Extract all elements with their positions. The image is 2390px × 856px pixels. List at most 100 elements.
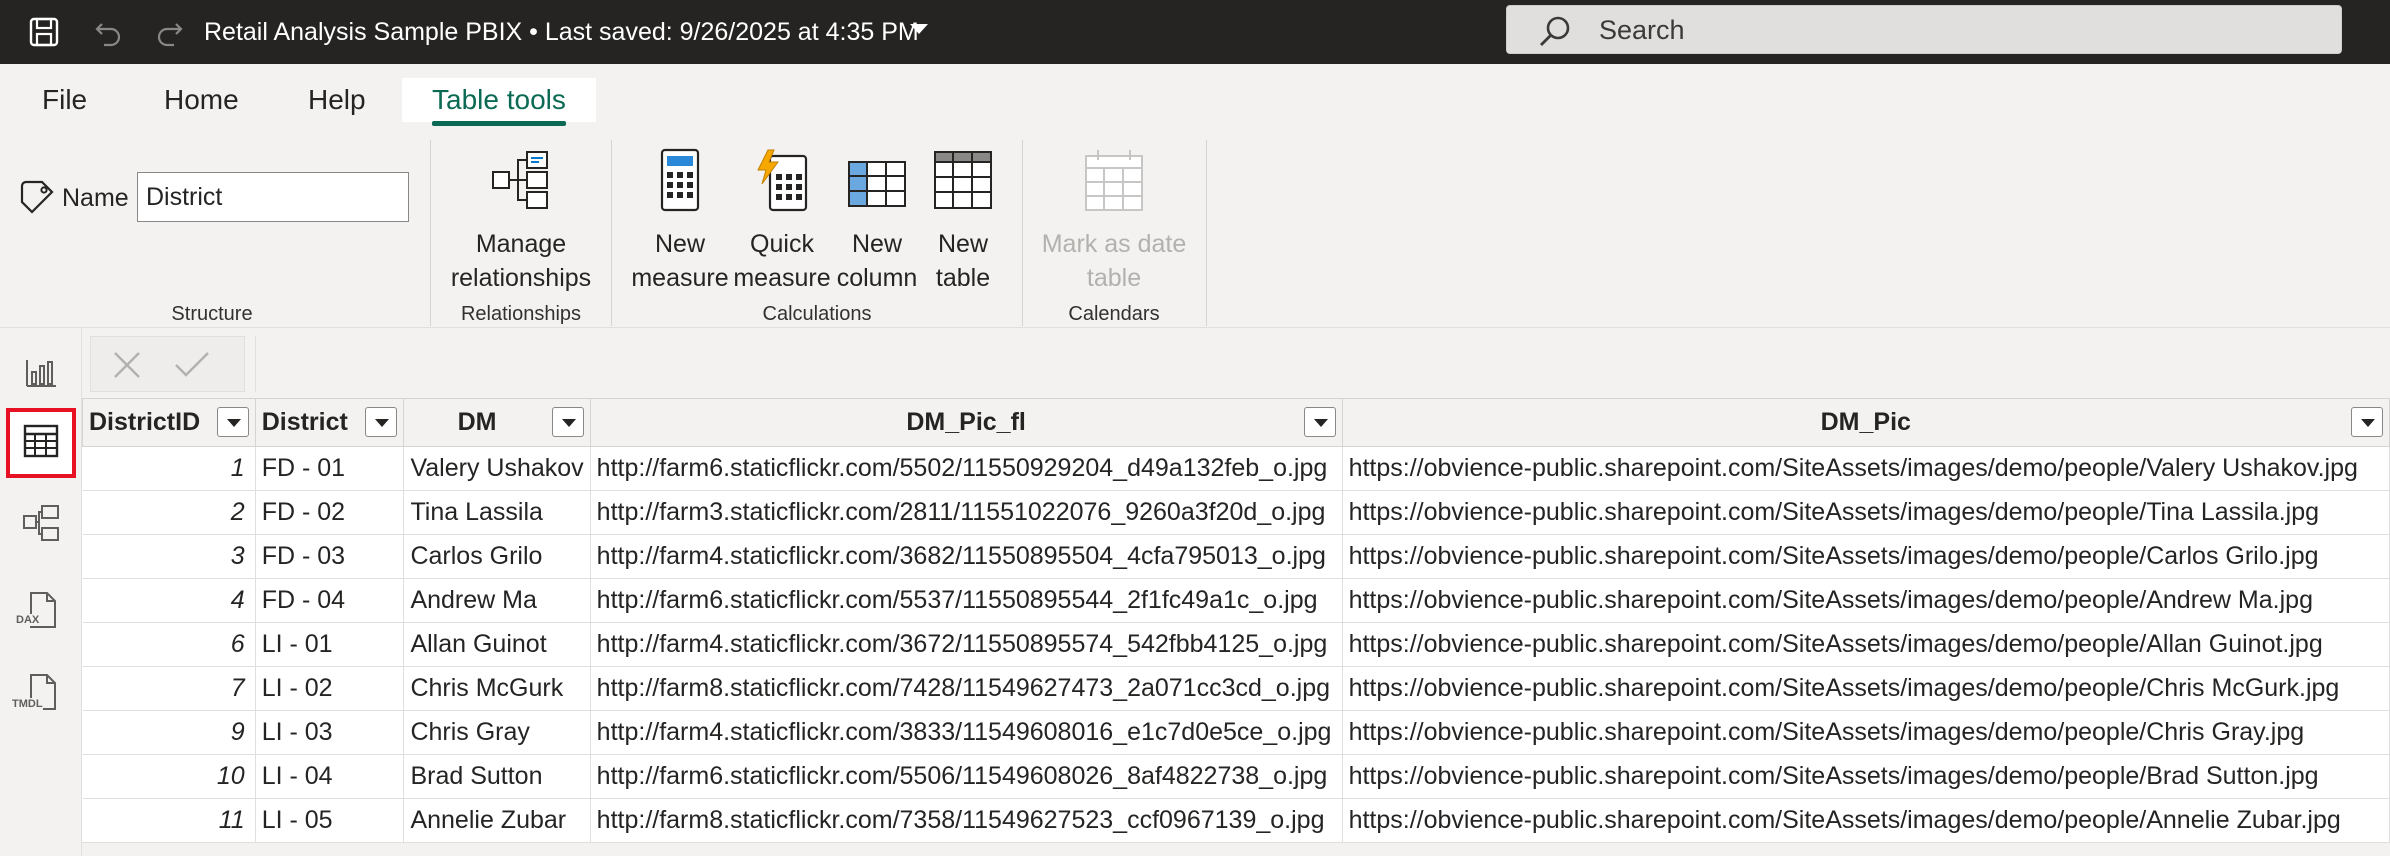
table-row[interactable]: 7 LI - 02 Chris McGurk http://farm8.staticf…	[82, 666, 2390, 711]
table-cell[interactable]: http://farm4.staticflickr.com/3682/11550…	[590, 534, 1343, 579]
table-cell[interactable]: https://obvience-public.sharepoint.com/S…	[1342, 622, 2390, 667]
column-filter-chevron-icon[interactable]	[216, 407, 249, 437]
table-cell[interactable]: http://farm6.staticflickr.com/5506/11549…	[590, 754, 1343, 799]
ribbon: File Home Help Table tools Name Structur…	[0, 64, 2390, 328]
table-cell[interactable]: Carlos Grilo	[403, 534, 591, 579]
table-cell[interactable]: Tina Lassila	[403, 490, 591, 535]
tmdl-view-button[interactable]: TMDL	[6, 658, 76, 728]
table-cell[interactable]: 11	[82, 798, 256, 843]
table-cell[interactable]: LI - 01	[255, 622, 405, 667]
horizontal-scrollbar[interactable]	[82, 842, 2390, 856]
table-cell[interactable]: 2	[82, 490, 256, 535]
table-row[interactable]: 1 FD - 01 Valery Ushakov http://farm6.stati…	[82, 446, 2390, 491]
table-cell[interactable]: https://obvience-public.sharepoint.com/S…	[1342, 578, 2390, 623]
undo-icon[interactable]	[88, 12, 128, 52]
table-cell[interactable]: 9	[82, 710, 256, 755]
report-view-button[interactable]	[6, 340, 76, 410]
table-cell[interactable]: Annelie Zubar	[403, 798, 591, 843]
column-header-districtid[interactable]: DistrictID	[82, 398, 256, 447]
tab-home[interactable]: Home	[164, 78, 239, 122]
column-header-district[interactable]: District	[254, 398, 405, 447]
manage-relationships-button[interactable]: Manage relationships	[440, 148, 602, 295]
model-view-button[interactable]	[6, 490, 76, 560]
table-cell[interactable]: http://farm8.staticflickr.com/7358/11549…	[590, 798, 1343, 843]
manage-relationships-icon	[440, 148, 602, 221]
table-cell[interactable]: http://farm6.staticflickr.com/5502/11550…	[590, 446, 1343, 491]
column-filter-chevron-icon[interactable]	[551, 407, 584, 437]
column-filter-chevron-icon[interactable]	[2351, 407, 2383, 437]
table-cell[interactable]: Chris Gray	[403, 710, 591, 755]
table-cell[interactable]: Chris McGurk	[403, 666, 591, 711]
tag-icon	[18, 178, 56, 221]
table-cell[interactable]: https://obvience-public.sharepoint.com/S…	[1342, 798, 2390, 843]
table-view-button[interactable]	[6, 408, 76, 478]
column-header-dm-pic[interactable]: DM_Pic	[1341, 398, 2390, 447]
table-row[interactable]: 2 FD - 02 Tina Lassila http://farm3.staticf…	[82, 490, 2390, 535]
table-cell[interactable]: https://obvience-public.sharepoint.com/S…	[1342, 446, 2390, 491]
table-cell[interactable]: FD - 04	[255, 578, 405, 623]
table-cell[interactable]: Brad Sutton	[403, 754, 591, 799]
search-box[interactable]: Search	[1506, 5, 2342, 54]
table-cell[interactable]: https://obvience-public.sharepoint.com/S…	[1342, 754, 2390, 799]
table-row[interactable]: 6 LI - 01 Allan Guinot http://farm4.staticf…	[82, 622, 2390, 667]
table-cell[interactable]: 6	[82, 622, 256, 667]
table-cell[interactable]: http://farm3.staticflickr.com/2811/11551…	[590, 490, 1343, 535]
table-row[interactable]: 3 FD - 03 Carlos Grilo http://farm4.staticf…	[82, 534, 2390, 579]
quick-measure-label-1: Quick	[750, 230, 814, 258]
table-cell[interactable]: http://farm4.staticflickr.com/3672/11550…	[590, 622, 1343, 667]
tab-table-tools[interactable]: Table tools	[402, 78, 596, 126]
table-cell[interactable]: 10	[82, 754, 256, 799]
table-row[interactable]: 9 LI - 03 Chris Gray http://farm4.staticfli…	[82, 710, 2390, 755]
column-header-dm[interactable]: DM	[403, 398, 591, 447]
table-cell[interactable]: FD - 03	[255, 534, 405, 579]
table-cell[interactable]: Valery Ushakov	[403, 446, 591, 491]
column-filter-chevron-icon[interactable]	[365, 407, 398, 437]
table-row[interactable]: 10 LI - 04 Brad Sutton http://farm6.staticf…	[82, 754, 2390, 799]
table-cell[interactable]: 3	[82, 534, 256, 579]
mark-as-date-table-button[interactable]: Mark as date table	[1036, 148, 1192, 295]
table-cell[interactable]: LI - 03	[255, 710, 405, 755]
report-view-icon	[24, 356, 58, 395]
cancel-edit-icon[interactable]	[111, 349, 143, 386]
table-cell[interactable]: http://farm4.staticflickr.com/3833/11549…	[590, 710, 1343, 755]
dax-query-view-button[interactable]: DAX	[6, 576, 76, 646]
file-title[interactable]: Retail Analysis Sample PBIX • Last saved…	[204, 14, 919, 50]
table-cell[interactable]: http://farm6.staticflickr.com/5537/11550…	[590, 578, 1343, 623]
table-cell[interactable]: 4	[82, 578, 256, 623]
tab-help[interactable]: Help	[308, 78, 366, 122]
table-cell[interactable]: https://obvience-public.sharepoint.com/S…	[1342, 710, 2390, 755]
new-measure-button[interactable]: New measure	[628, 148, 732, 295]
table-cell[interactable]: https://obvience-public.sharepoint.com/S…	[1342, 534, 2390, 579]
table-name-input[interactable]	[137, 172, 409, 222]
calculator-icon	[628, 148, 732, 221]
table-cell[interactable]: 1	[82, 446, 256, 491]
new-column-button[interactable]: New column	[834, 148, 920, 295]
table-cell[interactable]: 7	[82, 666, 256, 711]
table-row[interactable]: 11 LI - 05 Annelie Zubar http://farm8.stati…	[82, 798, 2390, 843]
column-header-dm-pic-fl[interactable]: DM_Pic_fl	[589, 398, 1343, 447]
redo-icon[interactable]	[150, 12, 190, 52]
table-cell[interactable]: FD - 01	[255, 446, 405, 491]
table-cell[interactable]: LI - 02	[255, 666, 405, 711]
column-filter-chevron-icon[interactable]	[1303, 407, 1336, 437]
calendar-icon	[1036, 148, 1192, 221]
table-cell[interactable]: Allan Guinot	[403, 622, 591, 667]
table-cell[interactable]: LI - 04	[255, 754, 405, 799]
formula-input[interactable]	[255, 336, 2390, 392]
new-table-button[interactable]: New table	[920, 148, 1006, 295]
table-cell[interactable]: https://obvience-public.sharepoint.com/S…	[1342, 490, 2390, 535]
tab-file[interactable]: File	[42, 78, 87, 122]
dax-label: DAX	[16, 614, 40, 626]
table-cell[interactable]: LI - 05	[255, 798, 405, 843]
table-cell[interactable]: https://obvience-public.sharepoint.com/S…	[1342, 666, 2390, 711]
search-placeholder: Search	[1599, 15, 1685, 45]
table-cell[interactable]: FD - 02	[255, 490, 405, 535]
table-cell[interactable]: http://farm8.staticflickr.com/7428/11549…	[590, 666, 1343, 711]
table-row[interactable]: 4 FD - 04 Andrew Ma http://farm6.staticflic…	[82, 578, 2390, 623]
save-icon[interactable]	[24, 12, 64, 52]
title-dropdown-chevron-icon[interactable]	[910, 24, 928, 34]
table-cell[interactable]: Andrew Ma	[403, 578, 591, 623]
commit-edit-icon[interactable]	[173, 349, 211, 386]
quick-measure-button[interactable]: Quick measure	[732, 148, 832, 295]
manage-relationships-label-1: Manage	[475, 230, 567, 258]
